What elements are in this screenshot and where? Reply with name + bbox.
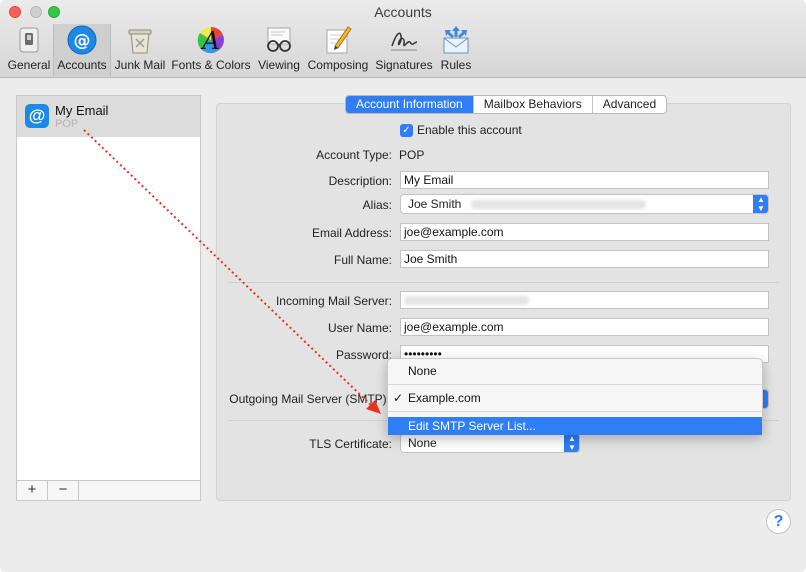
email-address-field[interactable]: joe@example.com — [400, 223, 769, 241]
account-row-my-email[interactable]: @ My Email POP — [17, 96, 200, 137]
chevron-updown-icon: ▲▼ — [564, 434, 579, 452]
checkmark-icon: ✓ — [393, 391, 404, 405]
account-list: @ My Email POP + − — [16, 95, 201, 501]
menu-item-edit-smtp-server-list[interactable]: Edit SMTP Server List... — [388, 417, 762, 435]
font-palette-icon: A — [197, 27, 224, 55]
pencil-paper-icon — [326, 26, 352, 54]
toolbar-general[interactable]: General — [7, 24, 51, 76]
user-name-label: User Name: — [327, 321, 392, 335]
incoming-server-redacted — [404, 296, 529, 306]
incoming-server-label: Incoming Mail Server: — [275, 294, 392, 308]
menu-item-example-com[interactable]: ✓ Example.com — [388, 389, 762, 407]
trash-bin-icon — [128, 29, 152, 54]
tls-certificate-popup[interactable]: None ▲ ▼ — [400, 433, 580, 453]
add-account-button[interactable]: + — [17, 481, 48, 500]
user-name-field[interactable]: joe@example.com — [400, 318, 769, 336]
account-type-label: Account Type: — [316, 148, 392, 162]
toolbar-fonts-colors[interactable]: A Fonts & Colors — [171, 24, 251, 76]
window-title: Accounts — [374, 4, 432, 20]
alias-popup[interactable]: Joe Smith ▲ ▼ — [400, 194, 769, 214]
toolbar-accounts[interactable]: @ Accounts — [53, 24, 111, 76]
tab-advanced[interactable]: Advanced — [593, 96, 666, 113]
toolbar-rules[interactable]: Rules — [438, 24, 474, 76]
toolbar-signatures[interactable]: Signatures — [374, 24, 434, 76]
enable-account-label: Enable this account — [417, 123, 522, 137]
tls-certificate-value: None — [408, 436, 437, 450]
account-list-footer: + − — [17, 480, 200, 500]
incoming-server-field[interactable] — [400, 291, 769, 309]
account-type: POP — [55, 118, 79, 130]
help-button[interactable]: ? — [766, 509, 791, 534]
at-sign-icon: @ — [25, 104, 49, 128]
svg-text:A: A — [200, 27, 219, 55]
eyeglasses-icon — [267, 27, 291, 52]
form-separator — [228, 282, 779, 283]
account-name: My Email — [55, 103, 109, 118]
toolbar-junk-mail[interactable]: Junk Mail — [113, 24, 167, 76]
menu-item-none[interactable]: None — [388, 362, 762, 380]
tab-mailbox-behaviors[interactable]: Mailbox Behaviors — [474, 96, 593, 113]
menu-separator — [388, 411, 762, 412]
signature-icon — [391, 32, 418, 51]
title-bar: Accounts General @ Accounts Junk Mail A … — [0, 0, 806, 78]
password-label: Password: — [335, 348, 392, 362]
enable-account-checkbox[interactable]: ✓ — [400, 124, 413, 137]
toolbar-viewing[interactable]: Viewing — [256, 24, 302, 76]
tab-account-information[interactable]: Account Information — [346, 96, 474, 113]
outgoing-server-label: Outgoing Mail Server (SMTP): — [229, 392, 390, 406]
account-type-value: POP — [399, 148, 425, 162]
full-name-field[interactable]: Joe Smith — [400, 250, 769, 268]
full-name-label: Full Name: — [333, 253, 392, 267]
envelope-arrows-icon — [443, 26, 469, 54]
description-label: Description: — [328, 174, 392, 188]
tab-bar: Account Information Mailbox Behaviors Ad… — [345, 95, 668, 114]
chevron-updown-icon: ▲▼ — [753, 195, 768, 213]
accounts-window: Accounts General @ Accounts Junk Mail A … — [0, 0, 806, 572]
alias-label: Alias: — [362, 198, 392, 212]
switch-icon — [19, 27, 39, 53]
menu-separator — [388, 384, 762, 385]
smtp-server-menu: None ✓ Example.com Edit SMTP Server List… — [387, 358, 763, 435]
alias-value: Joe Smith — [408, 197, 462, 211]
email-address-label: Email Address: — [311, 226, 392, 240]
remove-account-button[interactable]: − — [48, 481, 79, 500]
toolbar-composing[interactable]: Composing — [306, 24, 370, 76]
at-sign-icon: @ — [67, 25, 97, 55]
svg-text:@: @ — [74, 31, 91, 51]
description-field[interactable]: My Email — [400, 171, 769, 189]
tls-certificate-label: TLS Certificate: — [309, 437, 392, 451]
alias-email-redacted — [470, 200, 646, 210]
